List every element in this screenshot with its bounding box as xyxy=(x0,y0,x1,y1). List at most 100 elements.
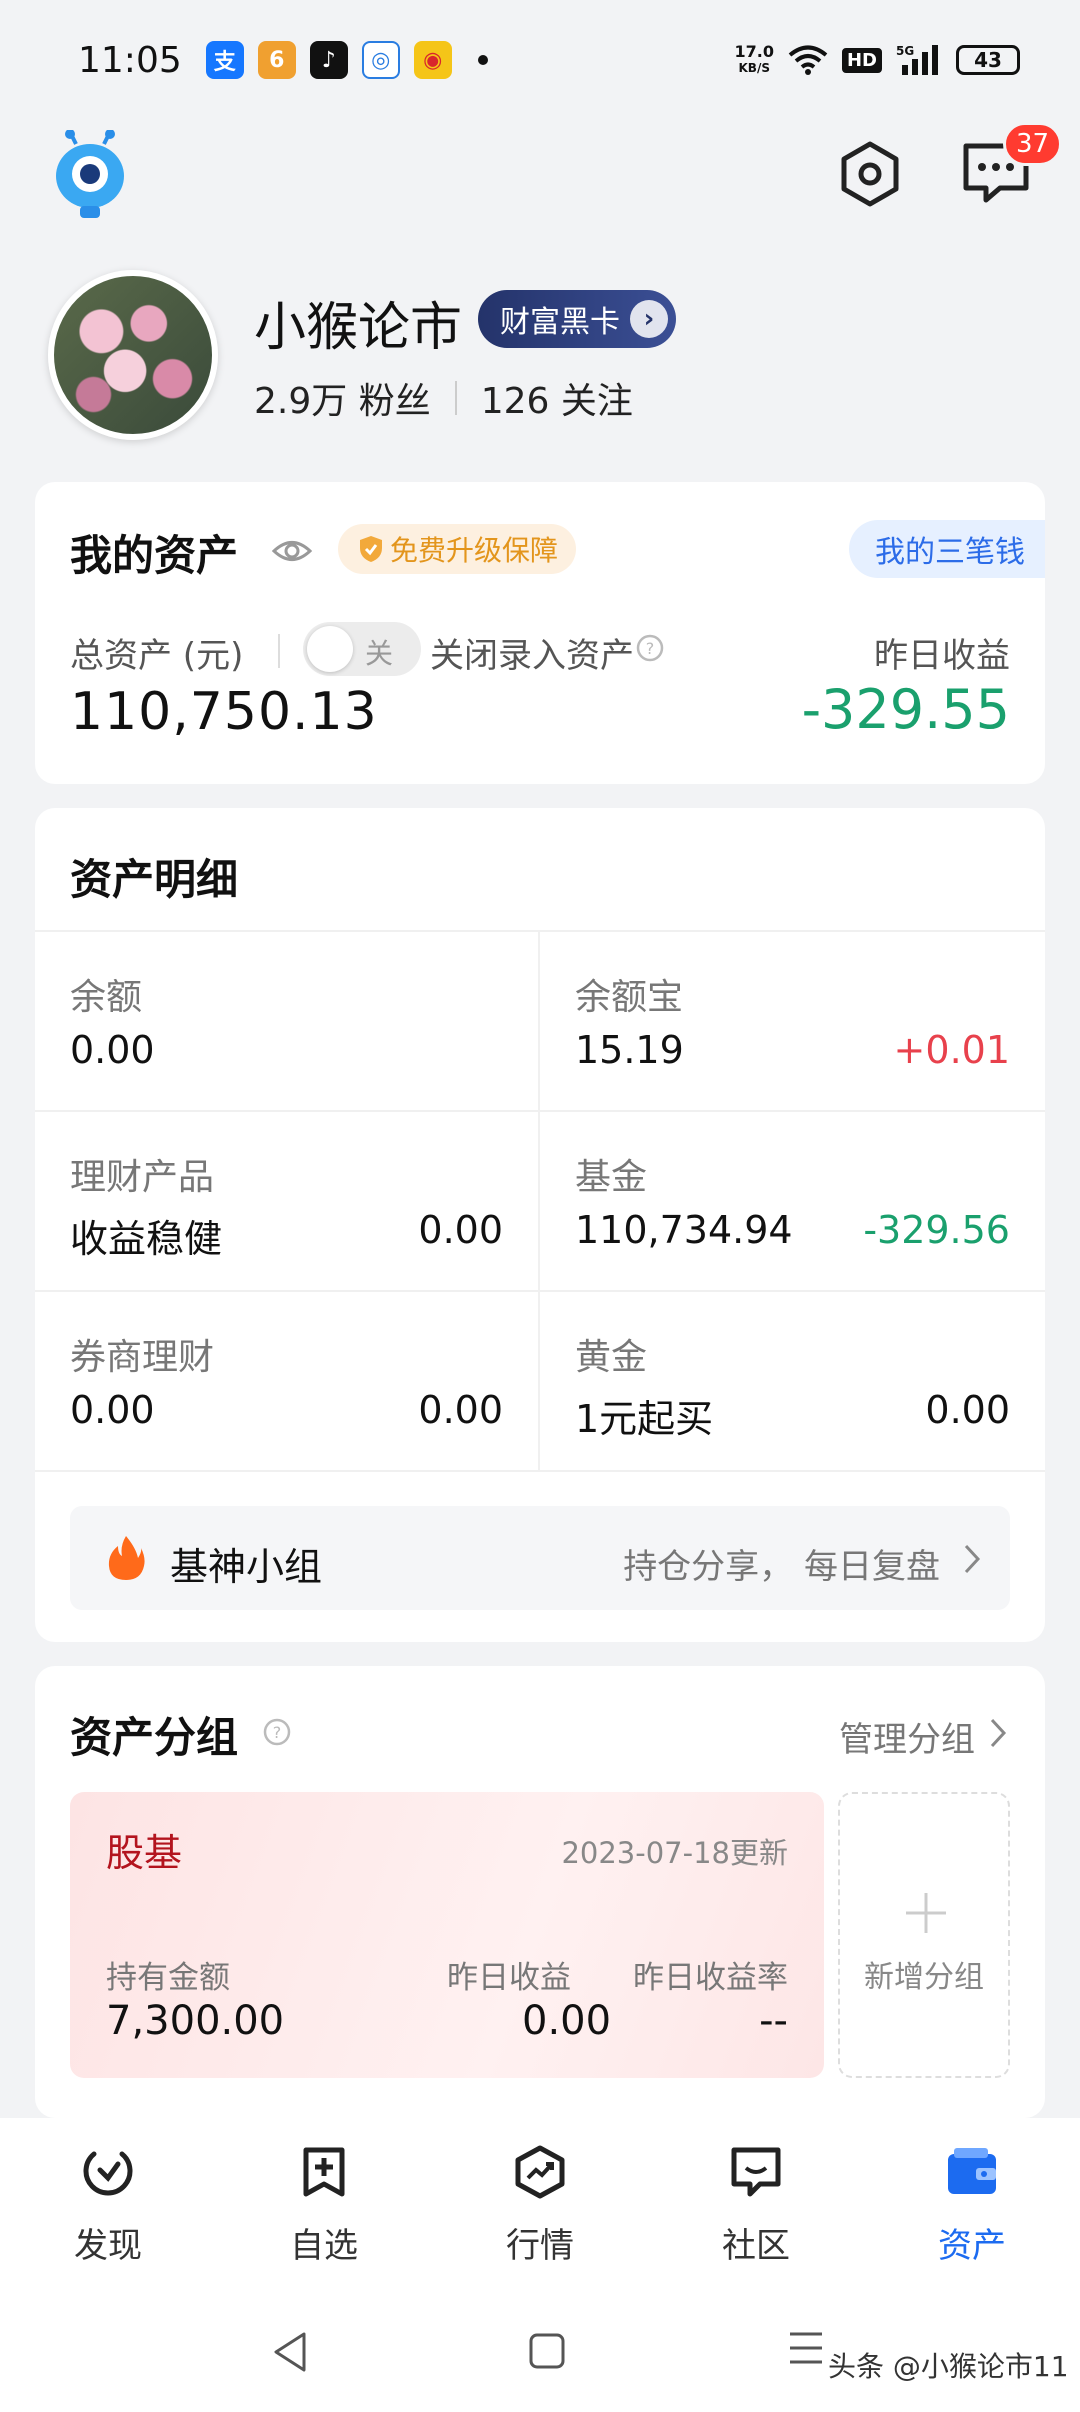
asset-detail-card: 资产明细 余额 0.00 余额宝 15.19 +0.01 理财产品 收益稳健 0… xyxy=(35,808,1045,1642)
asset-cell-balance[interactable]: 余额 0.00 xyxy=(35,932,540,1110)
home-icon[interactable] xyxy=(528,2332,566,2370)
group-rate-value: -- xyxy=(759,1998,788,2044)
add-group-button[interactable]: 新增分组 xyxy=(838,1792,1010,2078)
yesterday-earnings-value: -329.55 xyxy=(801,678,1010,741)
tab-community[interactable]: 社区 xyxy=(648,2118,864,2300)
fund-group-banner[interactable]: 基神小组 持仓分享， 每日复盘 xyxy=(70,1506,1010,1610)
three-money-button[interactable]: 我的三笔钱 xyxy=(849,520,1045,578)
tab-watchlist[interactable]: 自选 xyxy=(216,2118,432,2300)
yesterday-earnings-label: 昨日收益 xyxy=(874,636,1010,676)
cell-value: 收益稳健 xyxy=(70,1217,223,1261)
svg-text:5G: 5G xyxy=(896,44,914,58)
shield-icon xyxy=(360,536,382,562)
close-entry-label: 关闭录入资产 xyxy=(430,636,634,676)
alipay-app-icon: 支 xyxy=(205,41,244,79)
asset-cell-fund[interactable]: 基金 110,734.94 -329.56 xyxy=(540,1112,1045,1290)
cell-label: 基金 xyxy=(575,1157,648,1198)
tab-label: 社区 xyxy=(722,2226,790,2266)
total-assets-value: 110,750.13 xyxy=(70,682,378,742)
divider xyxy=(454,381,457,415)
wallet-icon xyxy=(948,2148,996,2194)
manage-groups-link[interactable]: 管理分组 xyxy=(839,1712,975,1761)
tab-label: 资产 xyxy=(938,2226,1006,2266)
hd-icon: HD xyxy=(841,47,882,73)
bottom-tab-bar: 发现 自选 行情 社区 资产 xyxy=(0,2118,1080,2300)
vip-label: 财富黑卡 xyxy=(500,305,620,340)
battery-icon: 43 xyxy=(956,45,1020,75)
avatar[interactable] xyxy=(48,270,218,440)
group-yesterday-label: 昨日收益 xyxy=(447,1960,571,1996)
group-yesterday-value: 0.00 xyxy=(522,1998,612,2044)
cell-change: -329.56 xyxy=(863,1208,1010,1252)
asset-cell-broker-wealth[interactable]: 券商理财 0.00 0.00 xyxy=(35,1292,540,1470)
my-assets-title: 我的资产 xyxy=(70,531,239,580)
toggle-state-label: 关 xyxy=(365,637,394,670)
taobao-app-icon: 6 xyxy=(257,41,296,79)
community-icon xyxy=(731,2147,781,2197)
chevron-right-icon xyxy=(964,1544,981,1574)
toggle-knob xyxy=(307,626,353,672)
tab-label: 发现 xyxy=(74,2226,142,2266)
group-rate-label: 昨日收益率 xyxy=(633,1960,788,1996)
asset-row: 余额 0.00 余额宝 15.19 +0.01 xyxy=(35,932,1045,1112)
cell-amount: 0.00 xyxy=(418,1388,503,1432)
asset-cell-gold[interactable]: 黄金 1元起买 0.00 xyxy=(540,1292,1045,1470)
market-icon xyxy=(515,2145,565,2199)
cell-value: 15.19 xyxy=(575,1028,684,1072)
cell-value: 1元起买 xyxy=(575,1397,714,1441)
asset-groups-title: 资产分组 xyxy=(70,1713,239,1762)
status-time: 11:05 xyxy=(78,39,182,81)
asset-cell-yuebao[interactable]: 余额宝 15.19 +0.01 xyxy=(540,932,1045,1110)
cell-label: 券商理财 xyxy=(70,1337,215,1378)
fans-count[interactable]: 2.9万 粉丝 xyxy=(254,372,431,424)
asset-detail-grid: 余额 0.00 余额宝 15.19 +0.01 理财产品 收益稳健 0.00 基… xyxy=(35,930,1045,1472)
message-badge: 37 xyxy=(1003,122,1063,166)
more-notifications-dot xyxy=(477,55,488,65)
menu-icon[interactable] xyxy=(786,2328,826,2368)
group-update-date: 2023-07-18更新 xyxy=(561,1836,788,1870)
speed-unit: KB/S xyxy=(738,61,770,75)
cell-label: 余额宝 xyxy=(575,977,684,1018)
upgrade-protection-button[interactable]: 免费升级保障 xyxy=(338,524,577,574)
discover-icon xyxy=(83,2151,133,2196)
asset-group-card[interactable]: 股基 2023-07-18更新 持有金额 昨日收益 昨日收益率 7,300.00… xyxy=(70,1792,824,2078)
weibo-app-icon: ◉ xyxy=(413,41,452,79)
follow-stats: 2.9万 粉丝 126 关注 xyxy=(254,372,633,424)
douyin-app-icon: ♪ xyxy=(309,41,348,79)
svg-text:?: ? xyxy=(273,1723,282,1742)
cell-value: 110,734.94 xyxy=(575,1208,793,1252)
tab-label: 自选 xyxy=(290,2226,358,2266)
username[interactable]: 小猴论市 xyxy=(254,285,462,360)
asset-entry-toggle[interactable]: 关 xyxy=(303,622,421,676)
tab-discover[interactable]: 发现 xyxy=(0,2118,216,2300)
tab-market[interactable]: 行情 xyxy=(432,2118,648,2300)
eye-icon[interactable] xyxy=(271,530,313,572)
wifi-icon xyxy=(788,45,828,75)
group-name: 股基 xyxy=(106,1831,183,1875)
my-assets-card: 我的资产 免费升级保障 我的三笔钱 总资产 (元) 关 关闭录入资产 ? 110… xyxy=(35,482,1045,784)
network-speed: 17.0 KB/S xyxy=(735,44,774,76)
vip-card-button[interactable]: 财富黑卡 › xyxy=(478,290,676,348)
protect-label: 免费升级保障 xyxy=(390,534,559,567)
back-icon[interactable] xyxy=(270,2330,310,2374)
tab-assets[interactable]: 资产 xyxy=(864,2118,1080,2300)
cell-label: 理财产品 xyxy=(70,1157,215,1198)
cell-value: 0.00 xyxy=(70,1028,155,1072)
hold-amount-value: 7,300.00 xyxy=(106,1998,285,2044)
help-icon[interactable]: ? xyxy=(636,634,664,662)
chevron-right-icon xyxy=(990,1718,1007,1748)
status-bar: 11:05 支 6 ♪ ◎ ◉ 17.0 KB/S HD 5G 43 xyxy=(0,0,1080,120)
divider xyxy=(278,634,280,668)
help-icon[interactable]: ? xyxy=(263,1718,291,1746)
fire-icon xyxy=(108,1536,145,1580)
notification-icons: 支 6 ♪ ◎ ◉ xyxy=(205,41,488,79)
fund-group-title: 基神小组 xyxy=(170,1545,323,1589)
asset-row: 理财产品 收益稳健 0.00 基金 110,734.94 -329.56 xyxy=(35,1112,1045,1292)
following-count[interactable]: 126 关注 xyxy=(481,372,633,424)
app-logo-icon xyxy=(56,130,124,218)
asset-cell-wealth-products[interactable]: 理财产品 收益稳健 0.00 xyxy=(35,1112,540,1290)
hold-amount-label: 持有金额 xyxy=(106,1960,230,1996)
cell-change: +0.01 xyxy=(893,1028,1010,1072)
settings-icon[interactable] xyxy=(836,140,904,208)
cell-label: 余额 xyxy=(70,977,143,1018)
